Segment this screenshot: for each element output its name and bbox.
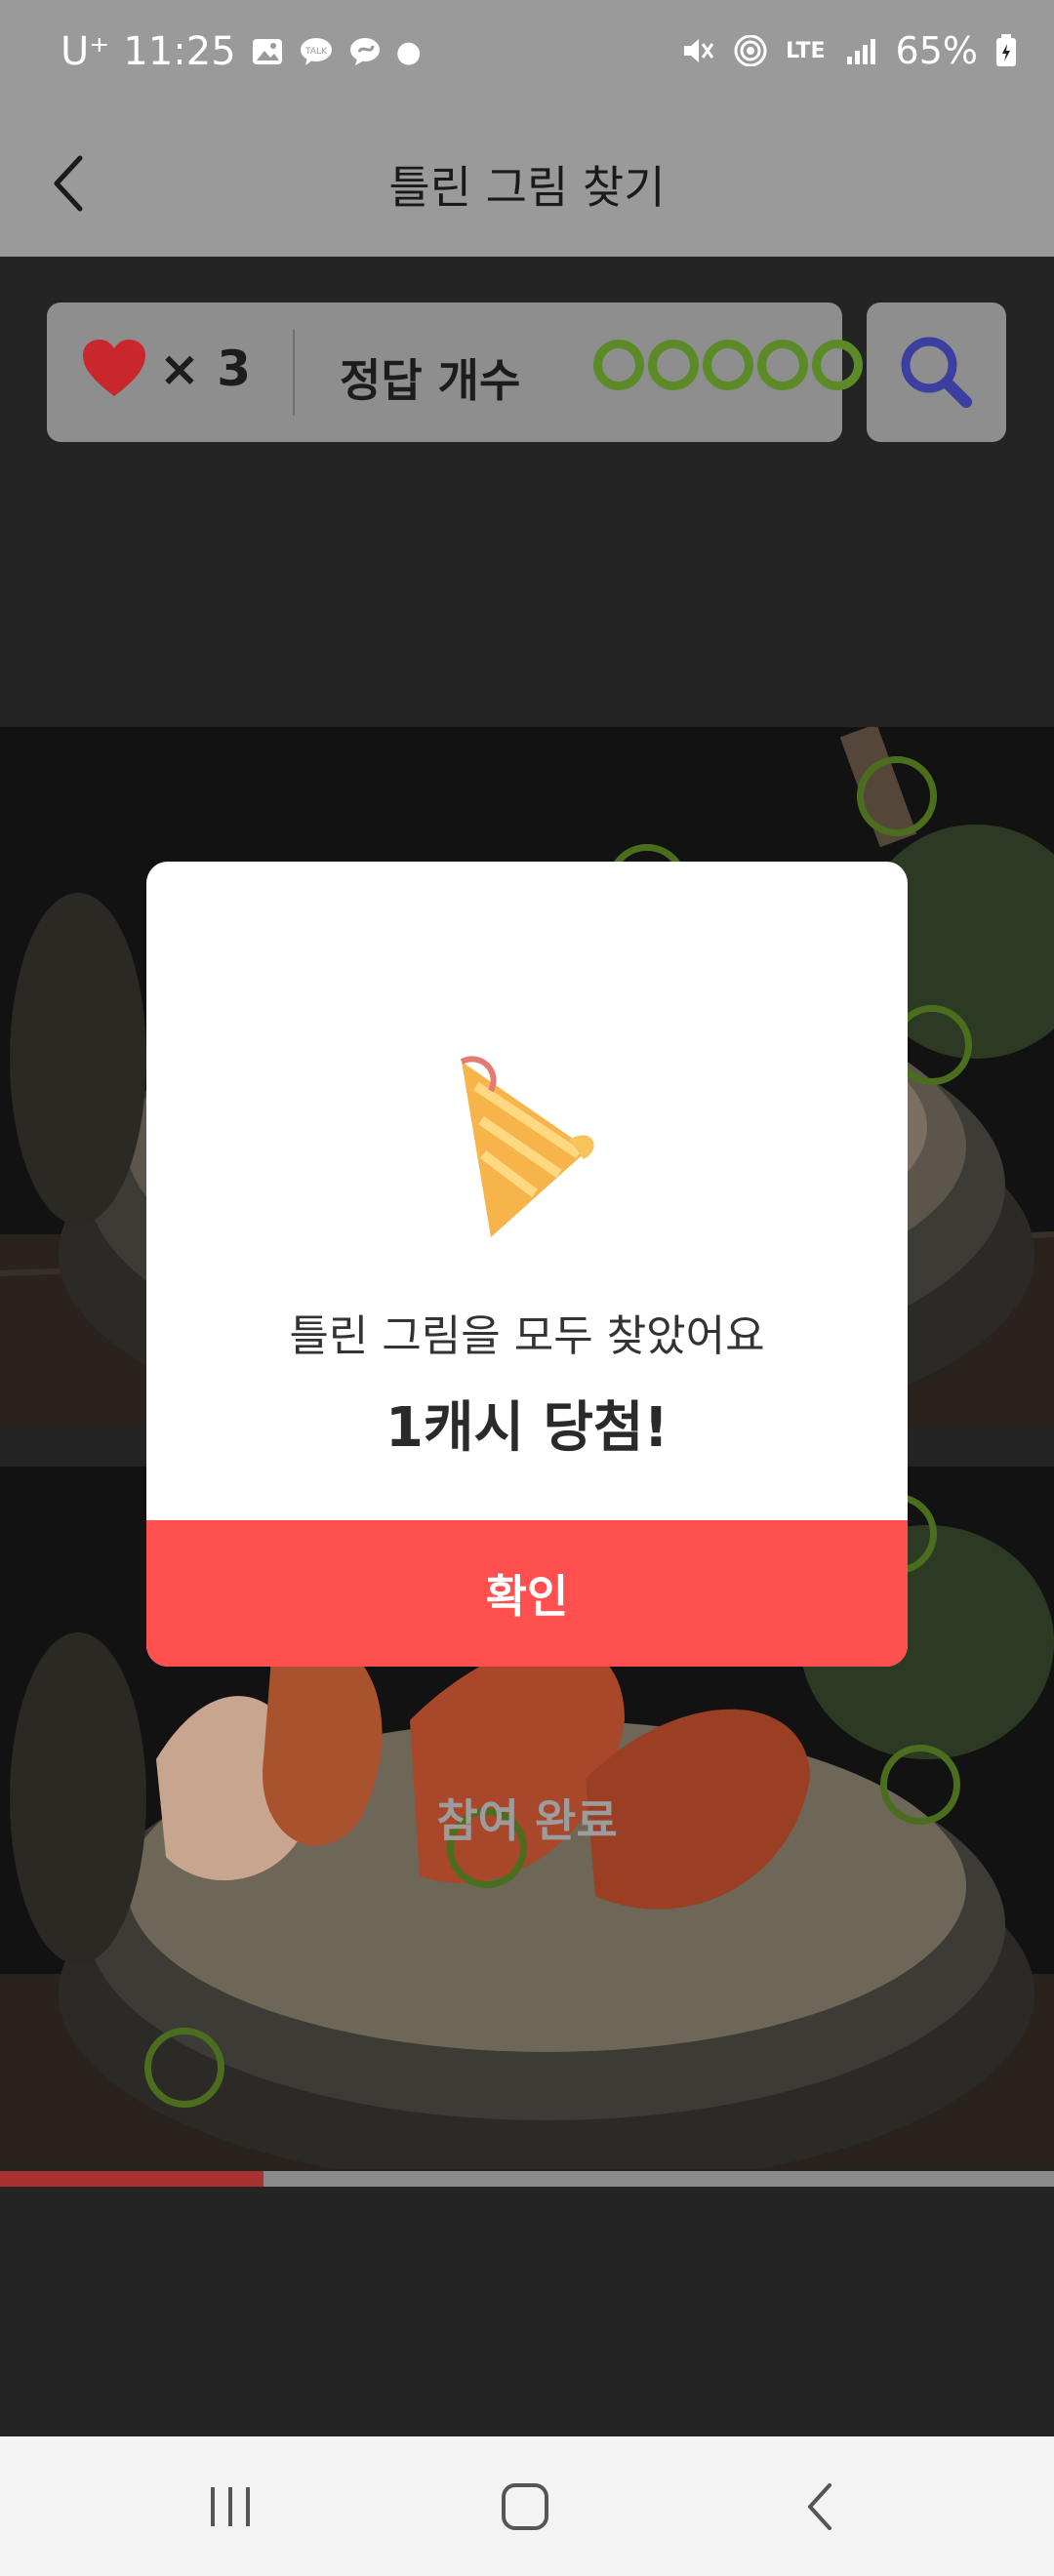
divider xyxy=(293,330,295,416)
network-label: LTE xyxy=(786,38,826,63)
confirm-button[interactable]: 확인 xyxy=(146,1520,908,1667)
dialog-prize: 1캐시 당첨! xyxy=(385,1396,669,1460)
mute-icon xyxy=(684,39,714,62)
answer-found-dot xyxy=(593,340,644,390)
talk-icon: TALK xyxy=(300,38,332,65)
battery-icon xyxy=(996,34,1016,66)
participation-done-label: 참여 완료 xyxy=(436,1794,618,1847)
answer-dots xyxy=(593,340,863,390)
thread-icon xyxy=(349,38,380,65)
answer-found-dot xyxy=(757,340,808,390)
gallery-icon xyxy=(252,39,282,64)
carrier-label: U⁺ xyxy=(61,29,110,74)
progress-bar xyxy=(0,2171,1054,2187)
difference-marker xyxy=(144,2028,224,2108)
answer-count-label: 정답 개수 xyxy=(340,354,521,407)
game-status-bar: × 3 정답 개수 xyxy=(47,302,863,442)
heart-icon xyxy=(83,340,145,396)
answer-found-dot xyxy=(703,340,753,390)
lives-count: × 3 xyxy=(159,341,252,397)
notification-dot-icon: ● xyxy=(395,34,422,69)
hotspot-icon xyxy=(734,35,767,66)
clock: 11:25 xyxy=(123,29,236,74)
app-header: 틀린 그림 찾기 xyxy=(0,115,1054,257)
status-bar: U⁺ 11:25 TALK ● LTE 65% xyxy=(0,0,1054,115)
recent-apps-icon[interactable] xyxy=(201,2481,260,2532)
progress-fill xyxy=(0,2171,264,2187)
back-icon[interactable] xyxy=(792,2481,851,2532)
system-nav-bar xyxy=(0,2436,1054,2576)
difference-marker xyxy=(857,756,937,836)
success-dialog: 틀린 그림을 모두 찾았어요 1캐시 당첨! 확인 xyxy=(146,862,908,1667)
battery-percent: 65% xyxy=(895,29,978,72)
signal-icon xyxy=(846,39,875,64)
party-popper-icon xyxy=(460,1056,594,1237)
lives-indicator: × 3 xyxy=(81,340,251,398)
dialog-message: 틀린 그림을 모두 찾았어요 xyxy=(289,1311,765,1361)
hint-search-button[interactable] xyxy=(867,302,1006,442)
magnifier-icon xyxy=(901,337,972,408)
svg-text:TALK: TALK xyxy=(304,47,328,57)
page-title: 틀린 그림 찾기 xyxy=(388,161,666,214)
home-icon[interactable] xyxy=(496,2481,554,2532)
answer-found-dot xyxy=(812,340,863,390)
answer-found-dot xyxy=(648,340,699,390)
